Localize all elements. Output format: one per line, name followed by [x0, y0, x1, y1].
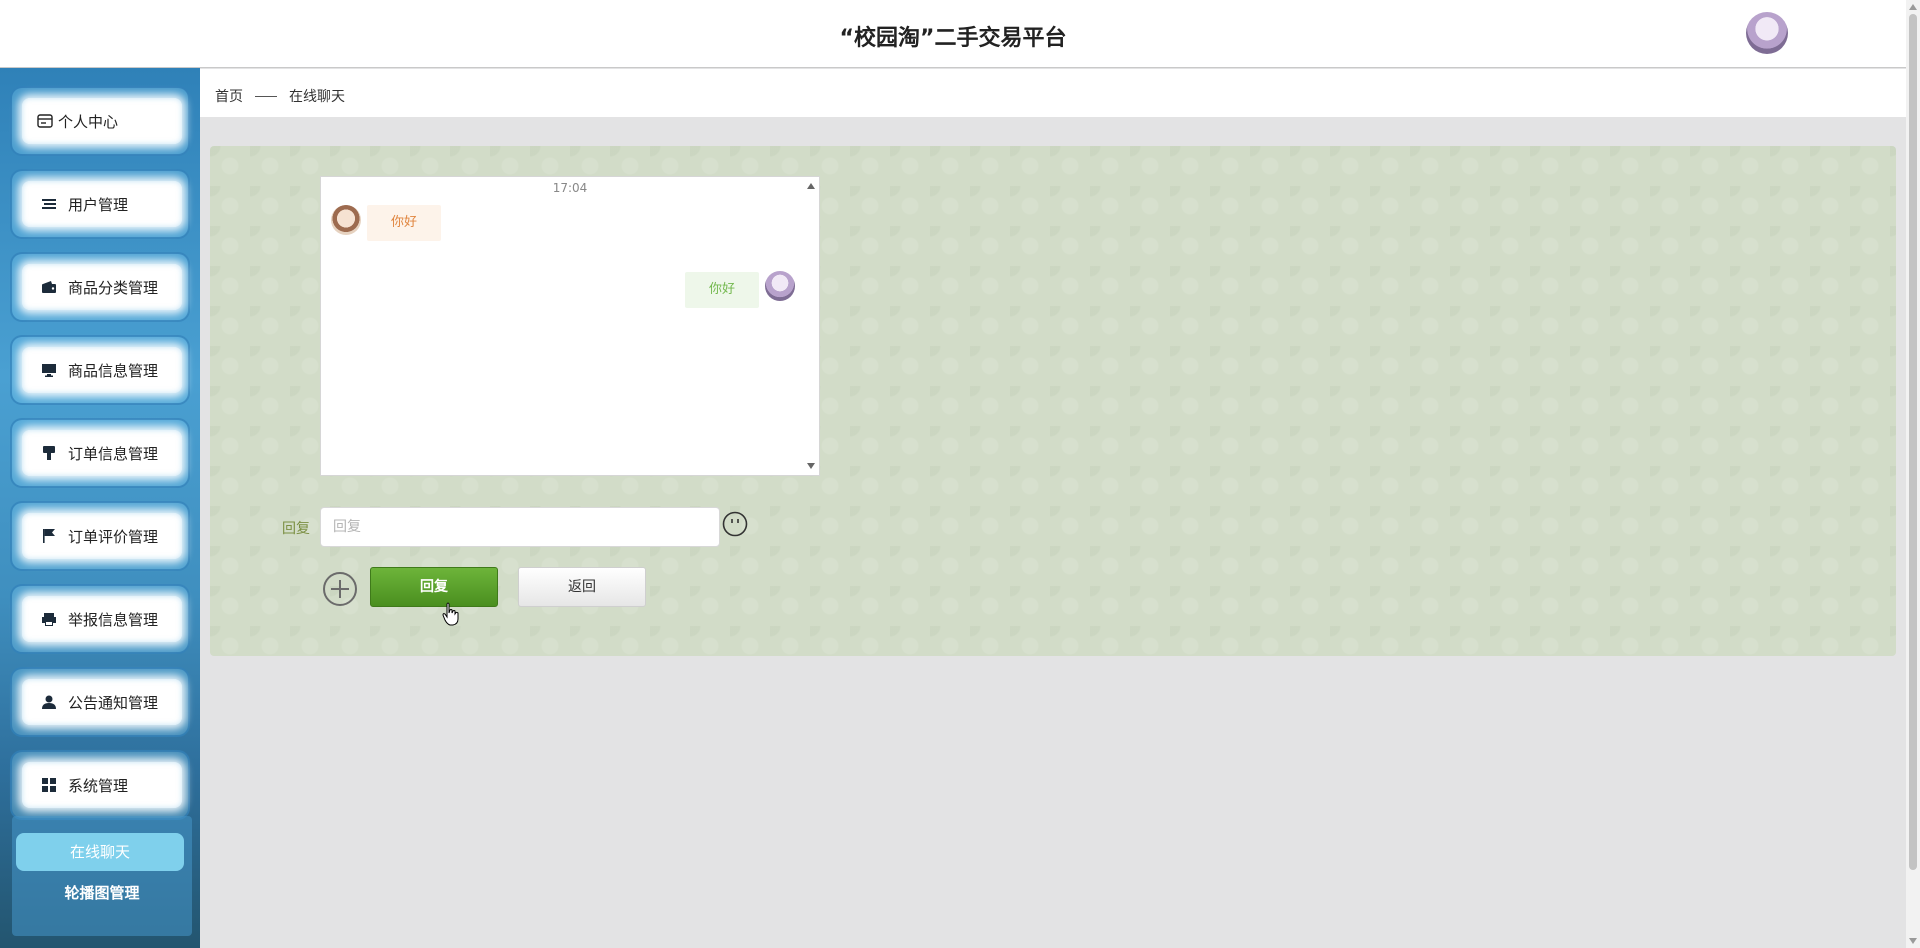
top-header: “校园淘”二手交易平台 [0, 0, 1906, 68]
scroll-up-icon[interactable] [807, 183, 815, 189]
emoji-icon[interactable] [722, 511, 748, 537]
scroll-up-icon[interactable] [1909, 4, 1917, 10]
submenu-item-carousel[interactable]: 轮播图管理 [12, 878, 192, 908]
flag-icon [40, 527, 58, 545]
sidebar-item-label: 举报信息管理 [68, 610, 159, 629]
wallet-icon [40, 278, 58, 296]
sidebar-item-reviews[interactable]: 订单评价管理 [10, 501, 190, 571]
sidebar-item-label: 订单评价管理 [68, 527, 159, 546]
user-icon [40, 693, 58, 711]
sidebar-item-reports[interactable]: 举报信息管理 [10, 584, 190, 654]
sender-avatar [331, 205, 361, 235]
submenu-item-online-chat[interactable]: 在线聊天 [16, 833, 184, 871]
list-icon [40, 195, 58, 213]
add-attachment-icon[interactable] [322, 571, 358, 607]
sidebar-item-categories[interactable]: 商品分类管理 [10, 252, 190, 322]
sidebar-item-label: 用户管理 [68, 195, 129, 214]
reply-input[interactable] [320, 507, 720, 547]
sidebar-item-notices[interactable]: 公告通知管理 [10, 667, 190, 737]
scroll-down-icon[interactable] [1909, 938, 1917, 944]
grid-icon [40, 776, 58, 794]
chat-timestamp: 17:04 [552, 181, 588, 195]
printer-icon [40, 610, 58, 628]
sidebar-item-system[interactable]: 系统管理 [10, 750, 190, 820]
sidebar-item-orders[interactable]: 订单信息管理 [10, 418, 190, 488]
page-scrollbar[interactable] [1906, 0, 1920, 948]
self-avatar [765, 271, 795, 301]
back-button[interactable]: 返回 [518, 567, 646, 607]
hand-cursor-icon [442, 602, 459, 626]
sidebar-item-label: 商品信息管理 [68, 361, 159, 380]
scroll-down-icon[interactable] [807, 463, 815, 469]
user-avatar[interactable] [1746, 12, 1788, 54]
sidebar-item-label: 系统管理 [68, 776, 129, 795]
sidebar-item-label: 商品分类管理 [68, 278, 159, 297]
stamp-icon [40, 444, 58, 462]
chat-history[interactable]: 17:04 你好 你好 [320, 176, 820, 476]
sidebar: 个人中心 用户管理 商品分类管理 商品信息管理 订单信息管理 订单评价管理 举报… [0, 68, 200, 948]
sidebar-item-products[interactable]: 商品信息管理 [10, 335, 190, 405]
sidebar-item-label: 个人中心 [58, 112, 119, 131]
id-card-icon [36, 112, 54, 130]
breadcrumb-home[interactable]: 首页 [215, 86, 243, 106]
breadcrumb-separator [255, 95, 277, 97]
reply-label: 回复 [282, 521, 310, 537]
monitor-icon [40, 361, 58, 379]
sidebar-item-users[interactable]: 用户管理 [10, 169, 190, 239]
sidebar-item-label: 订单信息管理 [68, 444, 159, 463]
page-title: “校园淘”二手交易平台 [839, 26, 1067, 51]
scrollbar-thumb[interactable] [1909, 14, 1917, 870]
sidebar-item-label: 公告通知管理 [68, 693, 159, 712]
breadcrumb-bar: 首页 在线聊天 [200, 69, 1906, 117]
breadcrumb: 首页 在线聊天 [215, 86, 345, 106]
system-submenu: 在线聊天 轮播图管理 [12, 816, 192, 936]
incoming-message: 你好 [367, 205, 441, 241]
outgoing-message: 你好 [685, 272, 759, 308]
sidebar-item-profile[interactable]: 个人中心 [10, 86, 190, 156]
reply-button[interactable]: 回复 [370, 567, 498, 607]
breadcrumb-current: 在线聊天 [289, 89, 345, 105]
